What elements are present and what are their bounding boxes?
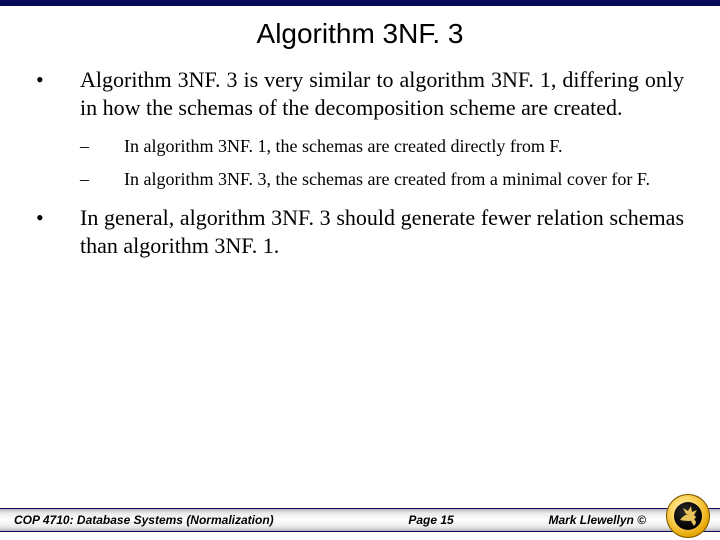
subbullet-text: In algorithm 3NF. 1, the schemas are cre… [124, 135, 684, 158]
footer: COP 4710: Database Systems (Normalizatio… [0, 500, 720, 540]
slide-body: • Algorithm 3NF. 3 is very similar to al… [0, 58, 720, 259]
bullet-text: In general, algorithm 3NF. 3 should gene… [80, 204, 684, 259]
bullet-marker: • [36, 66, 80, 121]
subbullet-marker: – [80, 168, 124, 191]
bullet-item: • Algorithm 3NF. 3 is very similar to al… [36, 66, 684, 121]
ucf-logo [666, 494, 710, 538]
bullet-text: Algorithm 3NF. 3 is very similar to algo… [80, 66, 684, 121]
subbullet-item: – In algorithm 3NF. 3, the schemas are c… [80, 168, 684, 191]
subbullet-item: – In algorithm 3NF. 1, the schemas are c… [80, 135, 684, 158]
footer-bar: COP 4710: Database Systems (Normalizatio… [0, 508, 720, 532]
footer-page: Page 15 [274, 513, 549, 527]
bullet-item: • In general, algorithm 3NF. 3 should ge… [36, 204, 684, 259]
bullet-marker: • [36, 204, 80, 259]
subbullet-marker: – [80, 135, 124, 158]
slide: Algorithm 3NF. 3 • Algorithm 3NF. 3 is v… [0, 0, 720, 540]
footer-course: COP 4710: Database Systems (Normalizatio… [14, 513, 274, 527]
pegasus-icon [666, 494, 710, 538]
subbullet-text: In algorithm 3NF. 3, the schemas are cre… [124, 168, 684, 191]
slide-title: Algorithm 3NF. 3 [0, 6, 720, 58]
